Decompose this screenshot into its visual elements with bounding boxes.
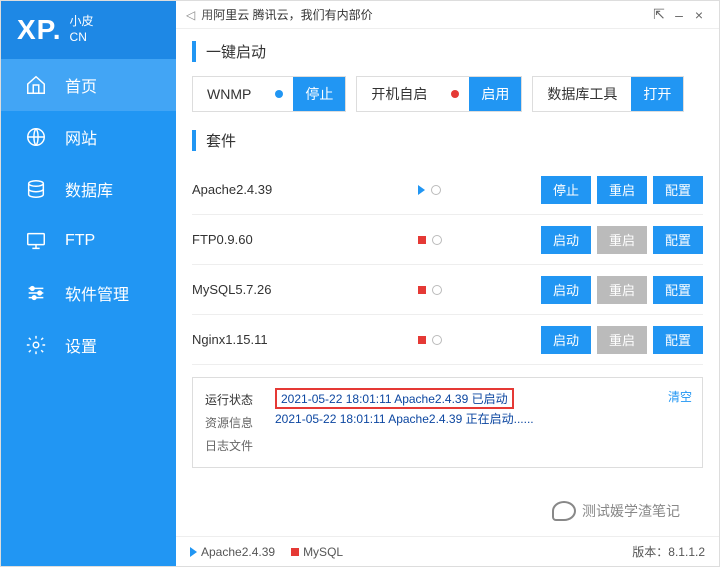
db-icon xyxy=(25,178,47,200)
suite-name: Nginx1.15.11 xyxy=(192,332,418,347)
logo-xp: XP. xyxy=(17,14,62,46)
stop-icon xyxy=(418,236,426,244)
log-line: 2021-05-22 18:01:11 Apache2.4.39 已启动 xyxy=(275,388,514,409)
suite-action-button[interactable]: 停止 xyxy=(541,176,591,204)
circle-icon xyxy=(432,335,442,345)
log-tab[interactable]: 运行状态 xyxy=(205,388,275,411)
sidebar-item-gear[interactable]: 设置 xyxy=(1,319,176,371)
log-tab[interactable]: 日志文件 xyxy=(205,434,275,457)
footer: Apache2.4.39 MySQL 版本： 8.1.1.2 xyxy=(176,536,719,566)
promo-prefix: 用 xyxy=(201,6,213,23)
version-value: 8.1.1.2 xyxy=(668,545,705,559)
suite-action-button[interactable]: 启动 xyxy=(541,326,591,354)
suite-config-button[interactable]: 配置 xyxy=(653,276,703,304)
suite-status xyxy=(418,285,541,295)
suite-config-button[interactable]: 配置 xyxy=(653,326,703,354)
dbtool-box: 数据库工具 打开 xyxy=(532,76,684,112)
dbtool-open-button[interactable]: 打开 xyxy=(631,77,683,111)
suite-config-button[interactable]: 配置 xyxy=(653,176,703,204)
footer-mysql: MySQL xyxy=(303,545,343,559)
sidebar-item-label: 网站 xyxy=(65,125,97,149)
promo-text[interactable]: 阿里云 腾讯云，我们有内部价 xyxy=(213,6,372,23)
sidebar-item-globe[interactable]: 网站 xyxy=(1,111,176,163)
footer-apache: Apache2.4.39 xyxy=(201,545,275,559)
version-label: 版本： xyxy=(632,543,668,560)
sidebar-item-label: FTP xyxy=(65,232,95,250)
status-dot-red xyxy=(451,90,459,98)
suite-restart-button[interactable]: 重启 xyxy=(597,326,647,354)
circle-icon xyxy=(432,235,442,245)
clear-log-button[interactable]: 清空 xyxy=(668,388,692,405)
logo-bottom: CN xyxy=(70,30,94,46)
gear-icon xyxy=(25,334,47,356)
suite-action-button[interactable]: 启动 xyxy=(541,276,591,304)
sidebar-item-label: 设置 xyxy=(65,333,97,357)
suite-status xyxy=(418,185,541,195)
pin-icon[interactable]: ⇱ xyxy=(649,6,669,23)
logo: XP. 小皮 CN xyxy=(1,1,176,59)
stop-icon xyxy=(418,336,426,344)
suite-action-button[interactable]: 启动 xyxy=(541,226,591,254)
autostart-enable-button[interactable]: 启用 xyxy=(469,77,521,111)
status-dot-blue xyxy=(275,90,283,98)
sidebar-item-home[interactable]: 首页 xyxy=(1,59,176,111)
home-icon xyxy=(25,74,47,96)
log-lines: 2021-05-22 18:01:11 Apache2.4.39 已启动2021… xyxy=(275,388,690,457)
square-icon xyxy=(291,548,299,556)
section-suite-title: 套件 xyxy=(192,130,703,151)
section-quickstart-title: 一键启动 xyxy=(192,41,703,62)
log-line: 2021-05-22 18:01:11 Apache2.4.39 正在启动...… xyxy=(275,409,690,428)
suite-name: MySQL5.7.26 xyxy=(192,282,418,297)
circle-icon xyxy=(431,185,441,195)
suite-status xyxy=(418,235,541,245)
triangle-icon xyxy=(190,547,197,557)
suite-row: Nginx1.15.11 启动重启配置 xyxy=(192,315,703,365)
stack-stop-button[interactable]: 停止 xyxy=(293,77,345,111)
globe-icon xyxy=(25,126,47,148)
sidebar-item-db[interactable]: 数据库 xyxy=(1,163,176,215)
suite-name: Apache2.4.39 xyxy=(192,182,418,197)
suite-restart-button[interactable]: 重启 xyxy=(597,176,647,204)
main-area: ◁ 用 阿里云 腾讯云，我们有内部价 ⇱ – × 一键启动 WNMP 停止 开机… xyxy=(176,1,719,566)
play-icon xyxy=(418,185,425,195)
stop-icon xyxy=(418,286,426,294)
sidebar-item-sliders[interactable]: 软件管理 xyxy=(1,267,176,319)
stack-name: WNMP xyxy=(193,86,265,102)
sidebar-item-monitor[interactable]: FTP xyxy=(1,215,176,267)
titlebar: ◁ 用 阿里云 腾讯云，我们有内部价 ⇱ – × xyxy=(176,1,719,29)
log-tab[interactable]: 资源信息 xyxy=(205,411,275,434)
autostart-box: 开机自启 启用 xyxy=(356,76,522,112)
monitor-icon xyxy=(25,230,47,252)
sidebar-item-label: 首页 xyxy=(65,73,97,97)
suite-config-button[interactable]: 配置 xyxy=(653,226,703,254)
stack-box[interactable]: WNMP 停止 xyxy=(192,76,346,112)
suite-name: FTP0.9.60 xyxy=(192,232,418,247)
suite-row: MySQL5.7.26 启动重启配置 xyxy=(192,265,703,315)
quickstart-row: WNMP 停止 开机自启 启用 数据库工具 打开 xyxy=(192,76,703,112)
suite-restart-button[interactable]: 重启 xyxy=(597,226,647,254)
suite-row: Apache2.4.39 停止重启配置 xyxy=(192,165,703,215)
sliders-icon xyxy=(25,282,47,304)
sidebar: XP. 小皮 CN 首页网站数据库 FTP 软件管理设置 xyxy=(1,1,176,566)
sidebar-item-label: 数据库 xyxy=(65,177,113,201)
dbtool-label: 数据库工具 xyxy=(533,84,631,104)
suite-list: Apache2.4.39停止重启配置FTP0.9.60启动重启配置MySQL5.… xyxy=(192,165,703,365)
sidebar-item-label: 软件管理 xyxy=(65,281,129,305)
nav-list: 首页网站数据库 FTP 软件管理设置 xyxy=(1,59,176,566)
suite-restart-button[interactable]: 重启 xyxy=(597,276,647,304)
log-panel: 运行状态资源信息日志文件 2021-05-22 18:01:11 Apache2… xyxy=(192,377,703,468)
log-tabs: 运行状态资源信息日志文件 xyxy=(205,388,275,457)
circle-icon xyxy=(432,285,442,295)
speaker-icon: ◁ xyxy=(186,8,195,22)
minimize-button[interactable]: – xyxy=(669,7,689,23)
autostart-label: 开机自启 xyxy=(357,84,441,104)
logo-top: 小皮 xyxy=(70,14,94,30)
close-button[interactable]: × xyxy=(689,7,709,23)
suite-row: FTP0.9.60 启动重启配置 xyxy=(192,215,703,265)
suite-status xyxy=(418,335,541,345)
